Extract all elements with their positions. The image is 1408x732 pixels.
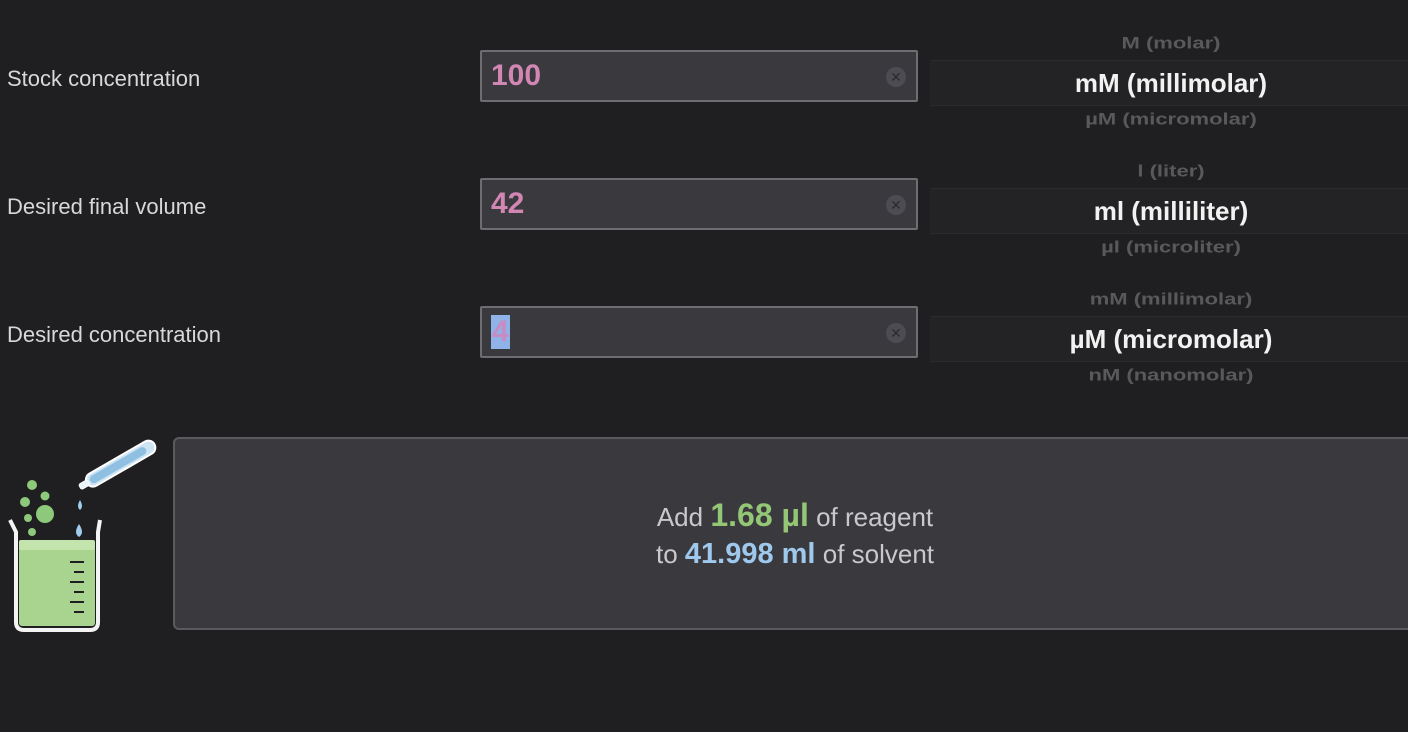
stock-concentration-label: Stock concentration	[7, 66, 201, 91]
desired-concentration-input[interactable]: 4 ✕	[480, 306, 918, 358]
desired-concentration-value[interactable]: 4	[491, 315, 510, 349]
desired-concentration-label: Desired concentration	[7, 322, 222, 347]
reagent-amount: 1.68 µl	[710, 497, 809, 533]
picker-option-next[interactable]: µl (microliter)	[930, 237, 1408, 256]
dilution-calculator: Stock concentration 100 ✕ M (molar) mM (…	[0, 0, 1408, 732]
result-panel: Add 1.68 µl of reagent to 41.998 ml of s…	[173, 437, 1408, 630]
picker-option-selected[interactable]: ml (milliliter)	[930, 196, 1408, 227]
reagent-suffix: of reagent	[816, 502, 934, 532]
picker-option-prev[interactable]: M (molar)	[930, 36, 1408, 53]
picker-option-next[interactable]: nM (nanomolar)	[930, 365, 1408, 384]
reagent-line: Add 1.68 µl of reagent	[175, 497, 1408, 536]
final-volume-unit-picker[interactable]: l (liter) ml (milliliter) µl (microliter…	[930, 164, 1408, 256]
final-volume-input[interactable]: 42 ✕	[480, 178, 918, 230]
picker-option-selected[interactable]: µM (micromolar)	[930, 324, 1408, 355]
final-volume-label: Desired final volume	[7, 194, 207, 219]
stock-concentration-input[interactable]: 100 ✕	[480, 50, 918, 102]
result-text: Add 1.68 µl of reagent to 41.998 ml of s…	[175, 497, 1408, 573]
picker-option-selected[interactable]: mM (millimolar)	[930, 68, 1408, 99]
stock-concentration-row: Stock concentration 100 ✕ M (molar) mM (…	[0, 14, 1408, 142]
stock-concentration-unit-picker[interactable]: M (molar) mM (millimolar) µM (micromolar…	[930, 36, 1408, 128]
beaker-with-pipette-icon	[8, 439, 157, 632]
clear-icon[interactable]: ✕	[886, 195, 906, 215]
desired-concentration-row: Desired concentration 4 ✕ mM (millimolar…	[0, 270, 1408, 398]
stock-concentration-value[interactable]: 100	[491, 52, 541, 100]
solvent-suffix: of solvent	[822, 539, 935, 569]
clear-icon[interactable]: ✕	[886, 323, 906, 343]
picker-option-next[interactable]: µM (micromolar)	[930, 109, 1408, 128]
desired-concentration-unit-picker[interactable]: mM (millimolar) µM (micromolar) nM (nano…	[930, 292, 1408, 384]
solvent-line: to 41.998 ml of solvent	[175, 536, 1408, 573]
final-volume-value[interactable]: 42	[491, 180, 524, 228]
clear-icon[interactable]: ✕	[886, 67, 906, 87]
add-prefix: Add	[656, 502, 704, 532]
solvent-amount: 41.998 ml	[684, 538, 816, 570]
to-prefix: to	[655, 539, 678, 569]
picker-option-prev[interactable]: mM (millimolar)	[930, 292, 1408, 309]
final-volume-row: Desired final volume 42 ✕ l (liter) ml (…	[0, 142, 1408, 270]
picker-option-prev[interactable]: l (liter)	[930, 164, 1408, 181]
